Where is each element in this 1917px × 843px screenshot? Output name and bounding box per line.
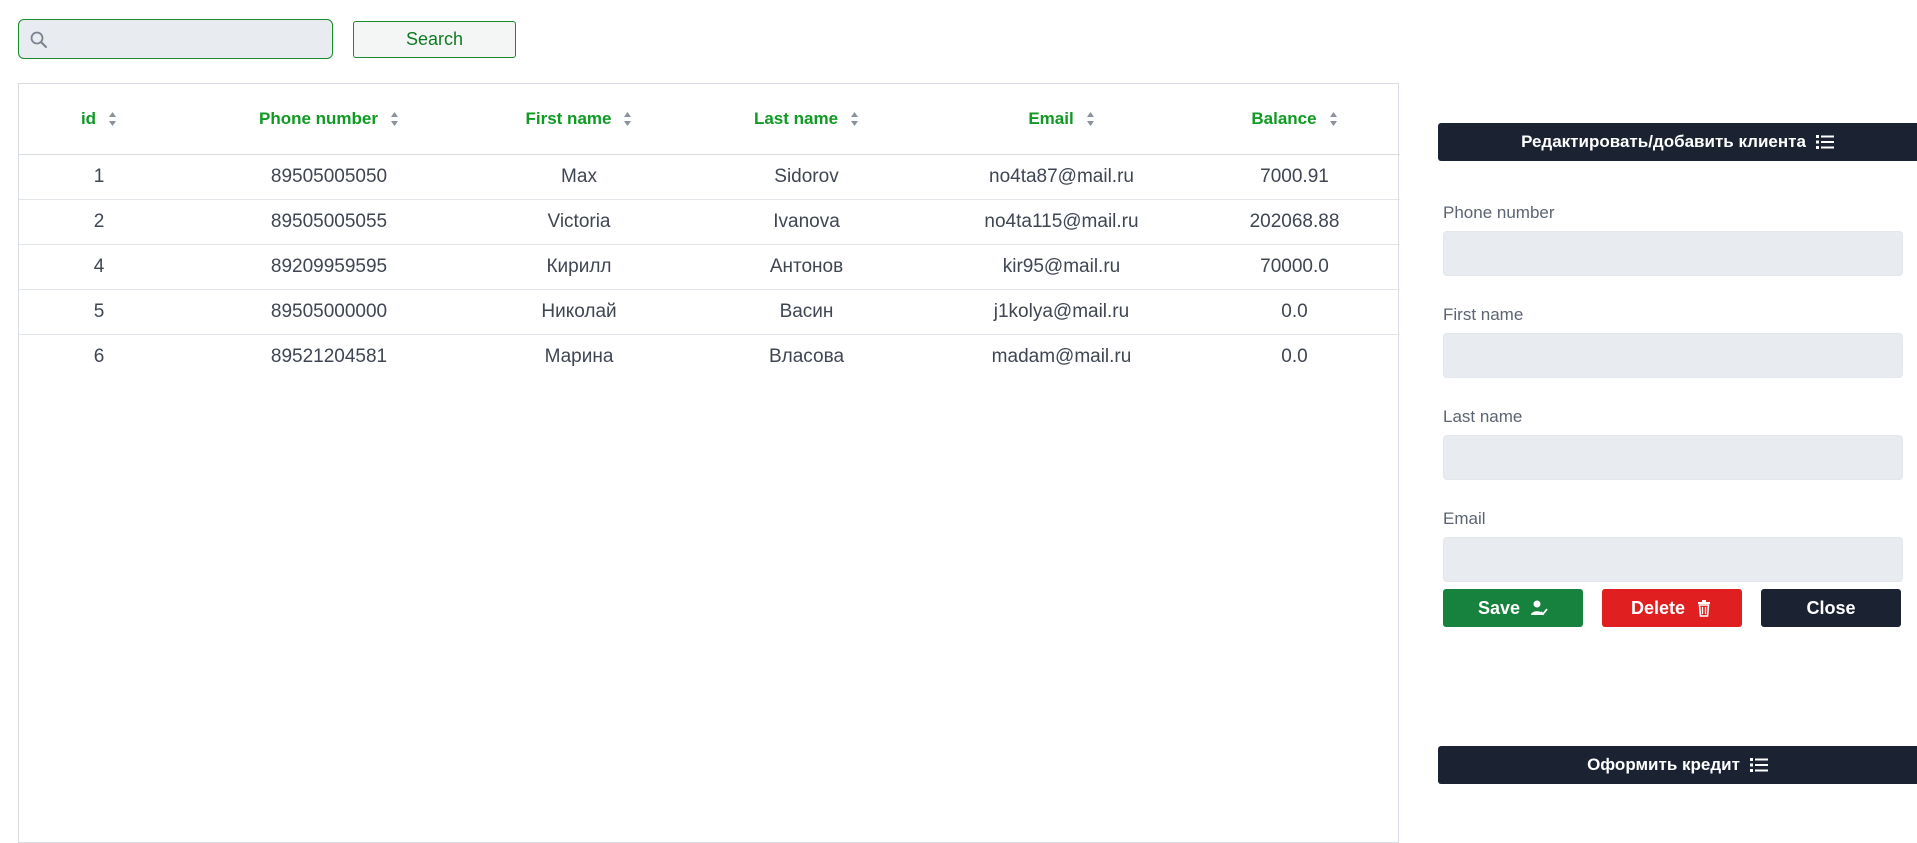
cell-first-name: Max <box>479 154 679 200</box>
cell-last-name: Ivanova <box>679 199 934 245</box>
sort-icon[interactable] <box>1329 111 1338 127</box>
search-input[interactable] <box>59 20 329 58</box>
cell-email: kir95@mail.ru <box>934 244 1189 290</box>
cell-phone: 89505005055 <box>179 199 479 245</box>
sort-icon[interactable] <box>1086 111 1095 127</box>
cell-first-name: Victoria <box>479 199 679 245</box>
list-icon <box>1815 135 1834 149</box>
first-name-field[interactable] <box>1443 333 1903 378</box>
cell-id: 1 <box>19 154 179 200</box>
table-row[interactable]: 5 89505000000 Николай Васин j1kolya@mail… <box>19 289 1400 335</box>
credit-header[interactable]: Оформить кредит <box>1438 746 1917 784</box>
search-icon <box>30 31 47 48</box>
cell-last-name: Власова <box>768 345 845 367</box>
cell-email: no4ta115@mail.ru <box>934 199 1189 245</box>
edit-client-header[interactable]: Редактировать/добавить клиента <box>1438 123 1917 161</box>
column-header-label: id <box>80 108 97 128</box>
cell-email: no4ta87@mail.ru <box>934 154 1189 200</box>
column-header-label: Phone number <box>258 108 378 128</box>
table-row[interactable]: 4 89209959595 Кирилл Антонов kir95@mail.… <box>19 244 1400 290</box>
user-check-icon <box>1531 600 1548 616</box>
cell-email: madam@mail.ru <box>991 345 1132 367</box>
sort-icon[interactable] <box>108 111 117 127</box>
column-header-balance[interactable]: Balance <box>1189 84 1400 155</box>
cell-last-name: Антонов <box>679 244 934 290</box>
cell-balance: 0.0 <box>1189 289 1400 335</box>
close-button-label: Close <box>1806 597 1856 618</box>
cell-email: j1kolya@mail.ru <box>934 289 1189 335</box>
delete-button[interactable]: Delete <box>1602 589 1742 627</box>
save-button[interactable]: Save <box>1443 589 1583 627</box>
cell-phone: 89505005050 <box>179 154 479 200</box>
phone-field[interactable] <box>1443 231 1903 276</box>
email-field[interactable] <box>1443 537 1903 582</box>
edit-client-header-label: Редактировать/добавить клиента <box>1521 132 1806 151</box>
cell-balance: 70000.0 <box>1189 244 1400 290</box>
cell-balance: 7000.91 <box>1189 154 1400 200</box>
cell-last-name: Васин <box>679 289 934 335</box>
cell-id: 2 <box>19 199 179 245</box>
column-header-label: Email <box>1028 108 1074 128</box>
sort-icon[interactable] <box>850 111 859 127</box>
column-header-label: First name <box>525 108 612 128</box>
search-button[interactable]: Search <box>353 21 516 58</box>
cell-balance: 202068.88 <box>1189 199 1400 245</box>
last-name-label: Last name <box>1443 407 1523 426</box>
last-name-field[interactable] <box>1443 435 1903 480</box>
close-button[interactable]: Close <box>1761 589 1901 627</box>
phone-label: Phone number <box>1443 203 1555 222</box>
cell-first-name: Кирилл <box>479 244 679 290</box>
table-header-row: id Phone number First name Last name Ema… <box>19 84 1400 155</box>
column-header-first-name[interactable]: First name <box>479 84 679 155</box>
cell-phone: 89521204581 <box>270 345 388 367</box>
sort-icon[interactable] <box>623 111 632 127</box>
cell-phone: 89505000000 <box>179 289 479 335</box>
column-header-email[interactable]: Email <box>934 84 1189 155</box>
first-name-label: First name <box>1443 305 1524 324</box>
cell-balance: 0.0 <box>1281 345 1308 367</box>
list-icon <box>1749 758 1768 772</box>
cell-first-name: Марина <box>544 345 614 367</box>
email-label: Email <box>1443 509 1486 528</box>
cell-last-name: Sidorov <box>679 154 934 200</box>
table-row[interactable]: 1 89505005050 Max Sidorov no4ta87@mail.r… <box>19 154 1400 200</box>
column-header-phone[interactable]: Phone number <box>179 84 479 155</box>
search-box <box>18 19 333 59</box>
cell-phone: 89209959595 <box>179 244 479 290</box>
trash-icon <box>1698 600 1711 617</box>
delete-button-label: Delete <box>1630 597 1686 618</box>
credit-header-label: Оформить кредит <box>1587 755 1740 774</box>
column-header-label: Balance <box>1251 108 1317 128</box>
column-header-last-name[interactable]: Last name <box>679 84 934 155</box>
sort-icon[interactable] <box>390 111 399 127</box>
clients-table-panel: id Phone number First name Last name Ema… <box>18 83 1400 843</box>
column-header-id[interactable]: id <box>19 84 179 155</box>
column-header-label: Last name <box>753 108 839 128</box>
client-form: Phone number First name Last name Email <box>1443 203 1903 611</box>
cell-id: 5 <box>19 289 179 335</box>
cell-id: 4 <box>19 244 179 290</box>
table-row[interactable]: 2 89505005055 Victoria Ivanova no4ta115@… <box>19 199 1400 245</box>
cell-first-name: Николай <box>479 289 679 335</box>
clients-table: id Phone number First name Last name Ema… <box>19 84 1400 379</box>
cell-id: 6 <box>93 345 105 367</box>
save-button-label: Save <box>1477 597 1521 618</box>
table-row[interactable]: 6 89521204581 Марина Власова madam@mail.… <box>19 334 1400 379</box>
